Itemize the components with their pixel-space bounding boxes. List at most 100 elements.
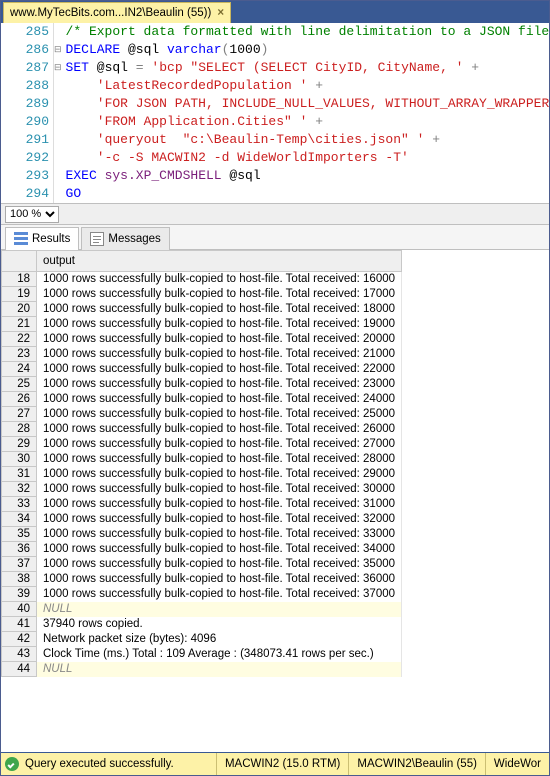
results-tab[interactable]: Results xyxy=(5,227,79,250)
table-row[interactable]: 371000 rows successfully bulk-copied to … xyxy=(2,557,402,572)
code-line[interactable]: DECLARE @sql varchar(1000) xyxy=(66,41,550,59)
row-number[interactable]: 20 xyxy=(2,302,37,317)
cell-output[interactable]: 1000 rows successfully bulk-copied to ho… xyxy=(37,512,402,527)
code-line[interactable]: 'FROM Application.Cities" ' + xyxy=(66,113,550,131)
cell-output[interactable]: 1000 rows successfully bulk-copied to ho… xyxy=(37,497,402,512)
table-row[interactable]: 391000 rows successfully bulk-copied to … xyxy=(2,587,402,602)
cell-output[interactable]: 1000 rows successfully bulk-copied to ho… xyxy=(37,557,402,572)
row-number[interactable]: 23 xyxy=(2,347,37,362)
cell-output[interactable]: 1000 rows successfully bulk-copied to ho… xyxy=(37,482,402,497)
cell-output[interactable]: 1000 rows successfully bulk-copied to ho… xyxy=(37,467,402,482)
row-number[interactable]: 25 xyxy=(2,377,37,392)
row-number[interactable]: 35 xyxy=(2,527,37,542)
results-grid[interactable]: output 181000 rows successfully bulk-cop… xyxy=(1,250,402,677)
row-number[interactable]: 22 xyxy=(2,332,37,347)
table-row[interactable]: 321000 rows successfully bulk-copied to … xyxy=(2,482,402,497)
zoom-select[interactable]: 100 % xyxy=(5,206,59,223)
table-row[interactable]: 261000 rows successfully bulk-copied to … xyxy=(2,392,402,407)
table-row[interactable]: 281000 rows successfully bulk-copied to … xyxy=(2,422,402,437)
cell-output[interactable]: 1000 rows successfully bulk-copied to ho… xyxy=(37,287,402,302)
fold-gutter[interactable]: ⊟⊟ xyxy=(54,23,62,203)
cell-output[interactable]: 1000 rows successfully bulk-copied to ho… xyxy=(37,272,402,287)
cell-output[interactable]: 1000 rows successfully bulk-copied to ho… xyxy=(37,377,402,392)
cell-output[interactable]: 1000 rows successfully bulk-copied to ho… xyxy=(37,392,402,407)
table-row[interactable]: 231000 rows successfully bulk-copied to … xyxy=(2,347,402,362)
cell-output[interactable]: 1000 rows successfully bulk-copied to ho… xyxy=(37,362,402,377)
row-number[interactable]: 33 xyxy=(2,497,37,512)
table-row[interactable]: 191000 rows successfully bulk-copied to … xyxy=(2,287,402,302)
row-number[interactable]: 32 xyxy=(2,482,37,497)
table-row[interactable]: 241000 rows successfully bulk-copied to … xyxy=(2,362,402,377)
code-line[interactable]: SET @sql = 'bcp "SELECT (SELECT CityID, … xyxy=(66,59,550,77)
cell-output[interactable]: 1000 rows successfully bulk-copied to ho… xyxy=(37,407,402,422)
cell-output[interactable]: 1000 rows successfully bulk-copied to ho… xyxy=(37,437,402,452)
row-number[interactable]: 44 xyxy=(2,662,37,677)
table-row[interactable]: 351000 rows successfully bulk-copied to … xyxy=(2,527,402,542)
code-line[interactable]: 'FOR JSON PATH, INCLUDE_NULL_VALUES, WIT… xyxy=(66,95,550,113)
code-line[interactable]: GO xyxy=(66,185,550,203)
row-number[interactable]: 39 xyxy=(2,587,37,602)
code-line[interactable]: EXEC sys.XP_CMDSHELL @sql xyxy=(66,167,550,185)
table-row[interactable]: 361000 rows successfully bulk-copied to … xyxy=(2,542,402,557)
table-row[interactable]: 251000 rows successfully bulk-copied to … xyxy=(2,377,402,392)
table-row[interactable]: 311000 rows successfully bulk-copied to … xyxy=(2,467,402,482)
cell-output[interactable]: 1000 rows successfully bulk-copied to ho… xyxy=(37,572,402,587)
table-row[interactable]: 221000 rows successfully bulk-copied to … xyxy=(2,332,402,347)
results-pane[interactable]: output 181000 rows successfully bulk-cop… xyxy=(1,250,549,752)
cell-output[interactable]: 1000 rows successfully bulk-copied to ho… xyxy=(37,542,402,557)
row-number[interactable]: 36 xyxy=(2,542,37,557)
row-number[interactable]: 31 xyxy=(2,467,37,482)
row-number[interactable]: 27 xyxy=(2,407,37,422)
row-number[interactable]: 43 xyxy=(2,647,37,662)
code-line[interactable]: 'LatestRecordedPopulation ' + xyxy=(66,77,550,95)
cell-output[interactable]: 1000 rows successfully bulk-copied to ho… xyxy=(37,332,402,347)
table-row[interactable]: 44NULL xyxy=(2,662,402,677)
row-number[interactable]: 21 xyxy=(2,317,37,332)
cell-output[interactable]: 1000 rows successfully bulk-copied to ho… xyxy=(37,302,402,317)
cell-output[interactable]: 1000 rows successfully bulk-copied to ho… xyxy=(37,452,402,467)
row-number[interactable]: 37 xyxy=(2,557,37,572)
code-line[interactable]: /* Export data formatted with line delim… xyxy=(66,23,550,41)
column-header-output[interactable]: output xyxy=(37,251,402,272)
table-row[interactable]: 201000 rows successfully bulk-copied to … xyxy=(2,302,402,317)
table-row[interactable]: 381000 rows successfully bulk-copied to … xyxy=(2,572,402,587)
cell-output[interactable]: 1000 rows successfully bulk-copied to ho… xyxy=(37,317,402,332)
row-number[interactable]: 30 xyxy=(2,452,37,467)
table-row[interactable]: 291000 rows successfully bulk-copied to … xyxy=(2,437,402,452)
table-row[interactable]: 42Network packet size (bytes): 4096 xyxy=(2,632,402,647)
fold-toggle[interactable]: ⊟ xyxy=(54,59,62,77)
cell-output[interactable]: NULL xyxy=(37,662,402,677)
row-number[interactable]: 40 xyxy=(2,602,37,617)
active-document-tab[interactable]: www.MyTecBits.com...IN2\Beaulin (55)) × xyxy=(3,2,231,23)
table-row[interactable]: 40NULL xyxy=(2,602,402,617)
code-area[interactable]: /* Export data formatted with line delim… xyxy=(62,23,550,203)
messages-tab[interactable]: Messages xyxy=(81,227,169,250)
cell-output[interactable]: Clock Time (ms.) Total : 109 Average : (… xyxy=(37,647,402,662)
table-row[interactable]: 181000 rows successfully bulk-copied to … xyxy=(2,272,402,287)
cell-output[interactable]: 1000 rows successfully bulk-copied to ho… xyxy=(37,347,402,362)
code-line[interactable]: 'queryout "c:\Beaulin-Temp\cities.json" … xyxy=(66,131,550,149)
row-header-corner[interactable] xyxy=(2,251,37,272)
row-number[interactable]: 29 xyxy=(2,437,37,452)
sql-editor[interactable]: 285286287288289290291292293294 ⊟⊟ /* Exp… xyxy=(1,23,549,203)
table-row[interactable]: 301000 rows successfully bulk-copied to … xyxy=(2,452,402,467)
cell-output[interactable]: 1000 rows successfully bulk-copied to ho… xyxy=(37,527,402,542)
table-row[interactable]: 43Clock Time (ms.) Total : 109 Average :… xyxy=(2,647,402,662)
row-number[interactable]: 18 xyxy=(2,272,37,287)
row-number[interactable]: 19 xyxy=(2,287,37,302)
close-tab-icon[interactable]: × xyxy=(217,7,224,19)
table-row[interactable]: 4137940 rows copied. xyxy=(2,617,402,632)
row-number[interactable]: 34 xyxy=(2,512,37,527)
cell-output[interactable]: 1000 rows successfully bulk-copied to ho… xyxy=(37,587,402,602)
row-number[interactable]: 42 xyxy=(2,632,37,647)
row-number[interactable]: 26 xyxy=(2,392,37,407)
cell-output[interactable]: NULL xyxy=(37,602,402,617)
code-line[interactable]: '-c -S MACWIN2 -d WideWorldImporters -T' xyxy=(66,149,550,167)
table-row[interactable]: 341000 rows successfully bulk-copied to … xyxy=(2,512,402,527)
table-row[interactable]: 331000 rows successfully bulk-copied to … xyxy=(2,497,402,512)
row-number[interactable]: 24 xyxy=(2,362,37,377)
row-number[interactable]: 38 xyxy=(2,572,37,587)
fold-toggle[interactable]: ⊟ xyxy=(54,41,62,59)
cell-output[interactable]: Network packet size (bytes): 4096 xyxy=(37,632,402,647)
table-row[interactable]: 211000 rows successfully bulk-copied to … xyxy=(2,317,402,332)
